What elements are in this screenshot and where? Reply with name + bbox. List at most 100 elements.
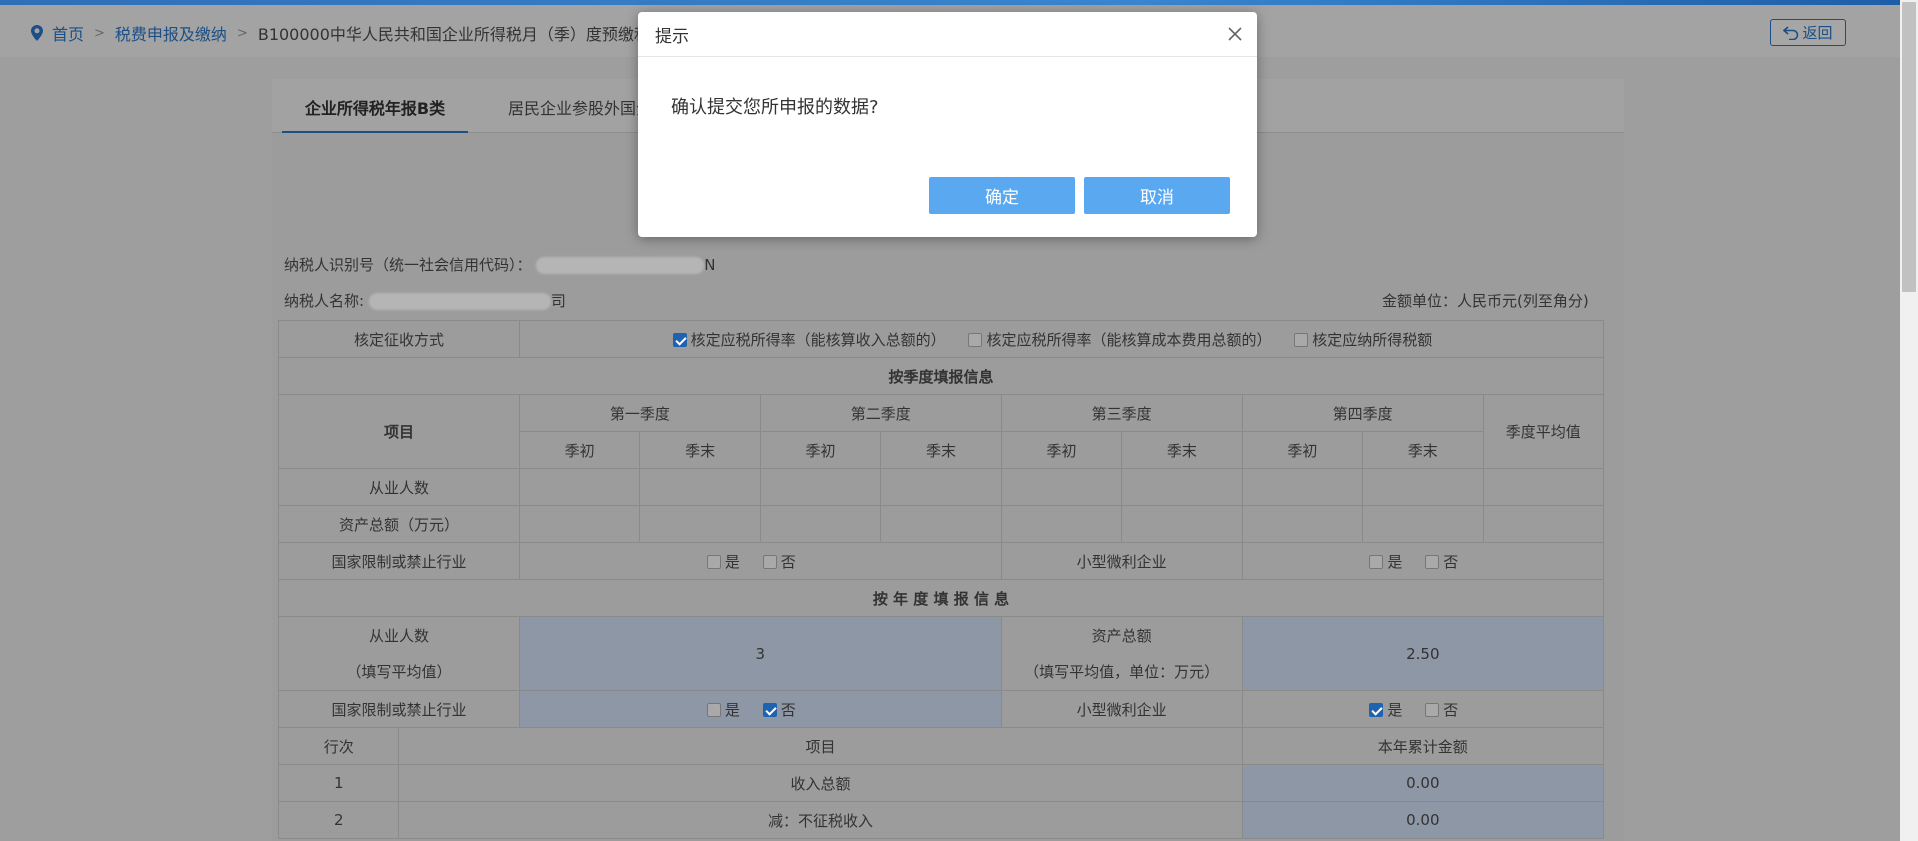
- row-item: 减：不征税收入: [398, 801, 1243, 839]
- q4-end-header: 季末: [1362, 431, 1484, 469]
- quarterly-assets-row: 资产总额（万元）: [278, 505, 1605, 543]
- scrollbar-thumb[interactable]: [1902, 2, 1916, 292]
- no-label: 否: [780, 552, 796, 571]
- quarterly-restricted-no[interactable]: 否: [762, 552, 796, 571]
- checkbox-icon[interactable]: [968, 332, 983, 347]
- no-label: 否: [1443, 700, 1459, 719]
- table-row: 2 减：不征税收入 0.00: [277, 801, 1605, 839]
- row-number-header: 行次: [277, 727, 400, 765]
- detail-item-header: 项目: [398, 727, 1243, 765]
- checkbox-icon[interactable]: [1425, 702, 1440, 717]
- annual-assets-value[interactable]: 2.50: [1241, 616, 1605, 691]
- q1-end-assets-input[interactable]: [639, 505, 761, 543]
- annual-employees-value[interactable]: 3: [518, 616, 1002, 691]
- q3-end-assets-input[interactable]: [1121, 505, 1243, 543]
- q3-end-header: 季末: [1121, 431, 1243, 469]
- q3-start-header: 季初: [1000, 431, 1123, 469]
- checkbox-checked-icon[interactable]: [1369, 702, 1384, 717]
- annual-small-no[interactable]: 否: [1425, 701, 1458, 719]
- item-header: 项目: [278, 394, 520, 469]
- levy-option-1[interactable]: 核定应税所得率（能核算收入总额的）: [672, 330, 946, 349]
- annual-title-row: 按 年 度 填 报 信 息: [278, 579, 1604, 617]
- annual-assets-label: 资产总额: [1091, 626, 1152, 645]
- q2-end-employees-input[interactable]: [880, 468, 1002, 506]
- annual-restricted-no[interactable]: 否: [762, 700, 796, 719]
- row-item: 收入总额: [398, 764, 1243, 802]
- checkbox-checked-icon[interactable]: [672, 332, 687, 347]
- quarterly-restricted-options: 是 否: [518, 542, 1002, 580]
- levy-option-2[interactable]: 核定应税所得率（能核算成本费用总额的）: [968, 331, 1271, 349]
- checkbox-icon[interactable]: [1425, 554, 1440, 569]
- breadcrumb-current: B100000中华人民共和国企业所得税月（季）度预缴和年: [257, 25, 666, 44]
- quarterly-small-label: 小型微利企业: [1000, 542, 1243, 580]
- annual-restricted-yes[interactable]: 是: [706, 700, 740, 719]
- q4-start-employees-input[interactable]: [1241, 468, 1364, 506]
- annual-small-options: 是 否: [1241, 690, 1605, 728]
- taxpayer-name-label: 纳税人名称:: [284, 292, 365, 310]
- employees-average-cell: [1482, 468, 1605, 506]
- table-row: 1 收入总额 0.00: [277, 764, 1605, 802]
- annual-small-yes[interactable]: 是: [1369, 701, 1402, 719]
- tab-annual-report-b[interactable]: 企业所得税年报B类: [282, 79, 468, 133]
- levy-option-3[interactable]: 核定应纳所得税额: [1294, 331, 1432, 349]
- quarter-4-header: 第四季度: [1241, 394, 1484, 432]
- taxpayer-name-suffix: 司: [550, 292, 566, 310]
- breadcrumb-home-link[interactable]: 首页: [52, 21, 84, 45]
- row-amount-input[interactable]: 0.00: [1241, 801, 1605, 839]
- cancel-button[interactable]: 取消: [1084, 177, 1230, 214]
- tab-foreign-equity[interactable]: 居民企业参股外国企: [508, 79, 652, 133]
- annual-assets-hint: （填写平均值，单位：万元）: [1024, 662, 1220, 681]
- q1-end-employees-input[interactable]: [639, 468, 761, 506]
- breadcrumb: 首页 > 税费申报及缴纳 > B100000中华人民共和国企业所得税月（季）度预…: [30, 21, 666, 45]
- no-label: 否: [1443, 552, 1459, 571]
- q3-start-assets-input[interactable]: [1000, 505, 1123, 543]
- quarterly-employees-label: 从业人数: [278, 468, 520, 506]
- row-amount-input[interactable]: 0.00: [1241, 764, 1605, 802]
- dialog-footer: 确定 取消: [638, 177, 1257, 214]
- q3-start-employees-input[interactable]: [1000, 468, 1123, 506]
- dialog-message: 确认提交您所申报的数据?: [671, 97, 879, 118]
- quarterly-small-options: 是 否: [1241, 542, 1605, 580]
- quarterly-section-title: 按季度填报信息: [278, 357, 1604, 395]
- taxpayer-id-redacted: [536, 257, 705, 274]
- quarterly-assets-label: 资产总额（万元）: [278, 505, 520, 543]
- annual-employees-label: 从业人数: [368, 626, 429, 645]
- levy-option-3-label: 核定应纳所得税额: [1312, 330, 1433, 349]
- confirm-button[interactable]: 确定: [929, 177, 1075, 214]
- checkbox-icon[interactable]: [762, 554, 777, 569]
- checkbox-icon[interactable]: [1369, 554, 1384, 569]
- checkbox-icon[interactable]: [706, 702, 721, 717]
- quarterly-small-no[interactable]: 否: [1425, 553, 1458, 571]
- quarterly-restricted-yes[interactable]: 是: [706, 553, 740, 571]
- back-button[interactable]: 返回: [1770, 19, 1846, 46]
- q4-end-employees-input[interactable]: [1362, 468, 1484, 506]
- yes-label: 是: [724, 700, 740, 719]
- q4-end-assets-input[interactable]: [1362, 505, 1484, 543]
- q1-start-assets-input[interactable]: [518, 505, 641, 543]
- dialog-header: 提示: [638, 12, 1257, 57]
- levy-option-1-label: 核定应税所得率（能核算收入总额的）: [690, 330, 946, 349]
- vertical-scrollbar[interactable]: [1900, 0, 1918, 841]
- row-number: 2: [277, 801, 400, 839]
- quarter-average-header: 季度平均值: [1482, 394, 1605, 469]
- q4-start-assets-input[interactable]: [1241, 505, 1364, 543]
- q2-end-assets-input[interactable]: [880, 505, 1002, 543]
- location-pin-icon: [31, 25, 43, 41]
- breadcrumb-tax-filing-link[interactable]: 税费申报及缴纳: [115, 21, 227, 45]
- q1-start-employees-input[interactable]: [518, 468, 641, 506]
- taxpayer-id-suffix: N: [704, 256, 716, 274]
- checkbox-checked-icon[interactable]: [762, 702, 777, 717]
- q2-start-assets-input[interactable]: [759, 505, 882, 543]
- checkbox-icon[interactable]: [706, 554, 721, 569]
- checkbox-icon[interactable]: [1294, 332, 1309, 347]
- q1-end-header: 季末: [639, 431, 761, 469]
- annual-restricted-options: 是 否: [518, 690, 1002, 728]
- annual-small-label: 小型微利企业: [1000, 690, 1243, 728]
- quarterly-small-yes[interactable]: 是: [1369, 553, 1402, 571]
- row-number: 1: [277, 764, 400, 802]
- no-label: 否: [780, 700, 796, 719]
- taxpayer-id-label: 纳税人识别号（统一社会信用代码）：: [284, 256, 532, 274]
- q2-start-employees-input[interactable]: [759, 468, 882, 506]
- close-icon[interactable]: [1225, 24, 1245, 44]
- q3-end-employees-input[interactable]: [1121, 468, 1243, 506]
